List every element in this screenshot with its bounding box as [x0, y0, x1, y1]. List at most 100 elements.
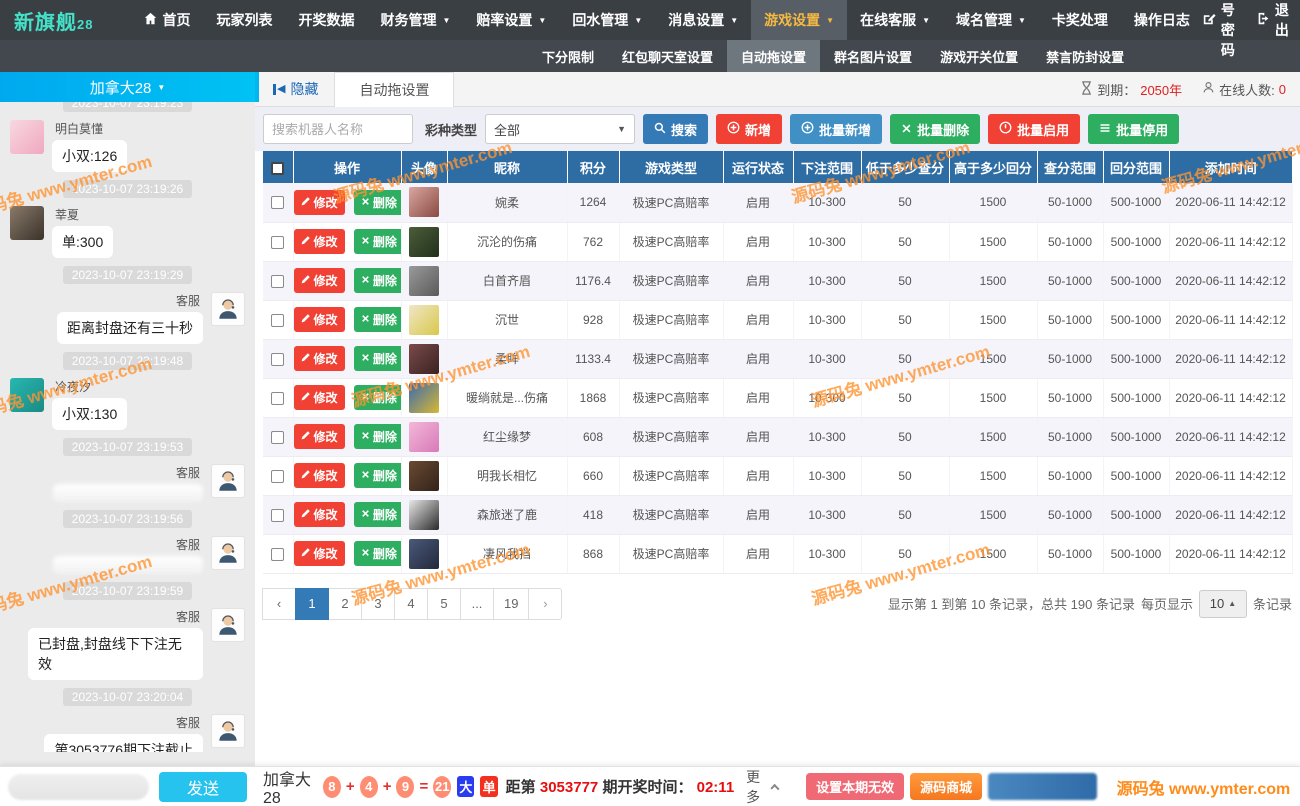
- search-button[interactable]: 搜索: [643, 114, 708, 144]
- page-button[interactable]: 4: [394, 588, 428, 620]
- edit-row-button[interactable]: 修改: [294, 268, 345, 293]
- page-button[interactable]: 3: [361, 588, 395, 620]
- top-nav-item[interactable]: 操作日志: [1121, 0, 1203, 40]
- page-button[interactable]: 5: [427, 588, 461, 620]
- page-button[interactable]: 1: [295, 588, 329, 620]
- account-password-button[interactable]: 帐号密码: [1203, 0, 1235, 60]
- row-checkbox[interactable]: [271, 392, 284, 405]
- edit-row-button[interactable]: 修改: [294, 307, 345, 332]
- per-page-select[interactable]: 10 ▲: [1199, 590, 1247, 618]
- plus-sign: +: [383, 778, 392, 795]
- top-nav-item[interactable]: 赔率设置 ▼: [463, 0, 559, 40]
- edit-row-button[interactable]: 修改: [294, 229, 345, 254]
- batch-delete-button[interactable]: 批量删除: [890, 114, 980, 144]
- chevron-up-icon: [771, 783, 780, 792]
- lottery-type-select[interactable]: 全部 ▼: [485, 114, 635, 144]
- room-selector[interactable]: 加拿大28 ▼: [0, 72, 255, 102]
- delete-row-button[interactable]: 删除: [354, 268, 401, 293]
- top-nav-item[interactable]: 首页: [131, 0, 203, 40]
- cell-added-time: 2020-06-11 14:42:12: [1169, 183, 1292, 222]
- cell-run-status: 启用: [723, 456, 793, 495]
- cell-bet-range: 10-300: [793, 183, 861, 222]
- page-button[interactable]: ›: [528, 588, 562, 620]
- send-button[interactable]: 发送: [159, 772, 247, 802]
- edit-row-button[interactable]: 修改: [294, 541, 345, 566]
- search-input[interactable]: [263, 114, 413, 144]
- row-checkbox[interactable]: [271, 314, 284, 327]
- row-checkbox[interactable]: [271, 236, 284, 249]
- cell-bet-range: 10-300: [793, 222, 861, 261]
- edit-row-button[interactable]: 修改: [294, 346, 345, 371]
- edit-row-button[interactable]: 修改: [294, 385, 345, 410]
- page-button[interactable]: ...: [460, 588, 494, 620]
- cell-below-check: 50: [861, 534, 949, 573]
- source-mall-button[interactable]: 源码商城: [910, 773, 982, 800]
- brand-logo[interactable]: 新旗舰28: [14, 6, 93, 35]
- top-nav-item[interactable]: 在线客服 ▼: [847, 0, 943, 40]
- more-button[interactable]: 更多: [746, 767, 778, 806]
- row-checkbox[interactable]: [271, 431, 284, 444]
- row-checkbox[interactable]: [271, 509, 284, 522]
- delete-row-button[interactable]: 删除: [354, 502, 401, 527]
- batch-disable-button[interactable]: 批量停用: [1088, 114, 1179, 144]
- cell-added-time: 2020-06-11 14:42:12: [1169, 222, 1292, 261]
- logout-button[interactable]: 退出: [1257, 0, 1289, 60]
- set-invalid-button[interactable]: 设置本期无效: [806, 773, 904, 800]
- delete-row-button[interactable]: 删除: [354, 424, 401, 449]
- delete-row-button[interactable]: 删除: [354, 229, 401, 254]
- top-nav-item[interactable]: 消息设置 ▼: [655, 0, 751, 40]
- top-nav-item[interactable]: 回水管理 ▼: [559, 0, 655, 40]
- delete-row-button[interactable]: 删除: [354, 190, 401, 215]
- x-icon: [361, 353, 370, 365]
- cell-game-type: 极速PC高赔率: [619, 534, 723, 573]
- period-number: 3053777: [540, 779, 598, 796]
- top-nav-item[interactable]: 游戏设置 ▼: [751, 0, 847, 40]
- row-checkbox[interactable]: [271, 548, 284, 561]
- edit-row-button[interactable]: 修改: [294, 463, 345, 488]
- page-button[interactable]: 19: [493, 588, 529, 620]
- hide-sidebar-button[interactable]: ◀ 隐藏: [255, 72, 334, 106]
- add-button[interactable]: 新增: [716, 114, 782, 144]
- chat-input[interactable]: [8, 774, 149, 800]
- top-nav-item[interactable]: 域名管理 ▼: [943, 0, 1039, 40]
- sub-nav-item[interactable]: 游戏开关位置: [926, 40, 1032, 72]
- select-all-checkbox[interactable]: [271, 162, 284, 175]
- edit-row-button[interactable]: 修改: [294, 502, 345, 527]
- cell-check-range: 50-1000: [1037, 417, 1103, 456]
- top-nav-item[interactable]: 玩家列表: [203, 0, 285, 40]
- top-nav-item[interactable]: 开奖数据: [285, 0, 367, 40]
- sub-nav-item[interactable]: 自动拖设置: [727, 40, 820, 72]
- cell-above-return: 1500: [949, 495, 1037, 534]
- batch-add-button[interactable]: 批量新增: [790, 114, 882, 144]
- edit-row-button[interactable]: 修改: [294, 190, 345, 215]
- row-checkbox[interactable]: [271, 196, 284, 209]
- delete-row-button[interactable]: 删除: [354, 385, 401, 410]
- chat-message-list[interactable]: 2023-10-07 23:19:23 2023-10-07 23:19:23: [0, 88, 255, 752]
- row-checkbox[interactable]: [271, 470, 284, 483]
- delete-row-button[interactable]: 删除: [354, 463, 401, 488]
- top-nav-items: 首页 玩家列表 开奖数据 财务管理 ▼: [131, 0, 1202, 40]
- batch-enable-button[interactable]: 批量启用: [988, 114, 1080, 144]
- delete-row-button[interactable]: 删除: [354, 307, 401, 332]
- draw-number: 8: [323, 776, 341, 798]
- edit-row-button[interactable]: 修改: [294, 424, 345, 449]
- sub-nav-item[interactable]: 红包聊天室设置: [608, 40, 727, 72]
- cell-check-range: 50-1000: [1037, 222, 1103, 261]
- delete-row-label: 删除: [373, 389, 397, 406]
- delete-row-button[interactable]: 删除: [354, 541, 401, 566]
- top-nav-item[interactable]: 财务管理 ▼: [367, 0, 463, 40]
- chat-bubble: 单:300: [52, 226, 113, 258]
- row-checkbox[interactable]: [271, 275, 284, 288]
- sub-nav-item[interactable]: 下分限制: [528, 40, 608, 72]
- top-nav-item[interactable]: 卡奖处理: [1039, 0, 1121, 40]
- column-header: 下注范围: [793, 151, 861, 183]
- page-button[interactable]: ‹: [262, 588, 296, 620]
- cell-run-status: 启用: [723, 339, 793, 378]
- row-checkbox[interactable]: [271, 353, 284, 366]
- sub-nav-item[interactable]: 禁言防封设置: [1032, 40, 1138, 72]
- sub-nav-item[interactable]: 群名图片设置: [820, 40, 926, 72]
- delete-row-button[interactable]: 删除: [354, 346, 401, 371]
- tab-auto-drag-settings[interactable]: 自动拖设置: [334, 72, 454, 107]
- page-button[interactable]: 2: [328, 588, 362, 620]
- blurred-button[interactable]: [988, 773, 1096, 800]
